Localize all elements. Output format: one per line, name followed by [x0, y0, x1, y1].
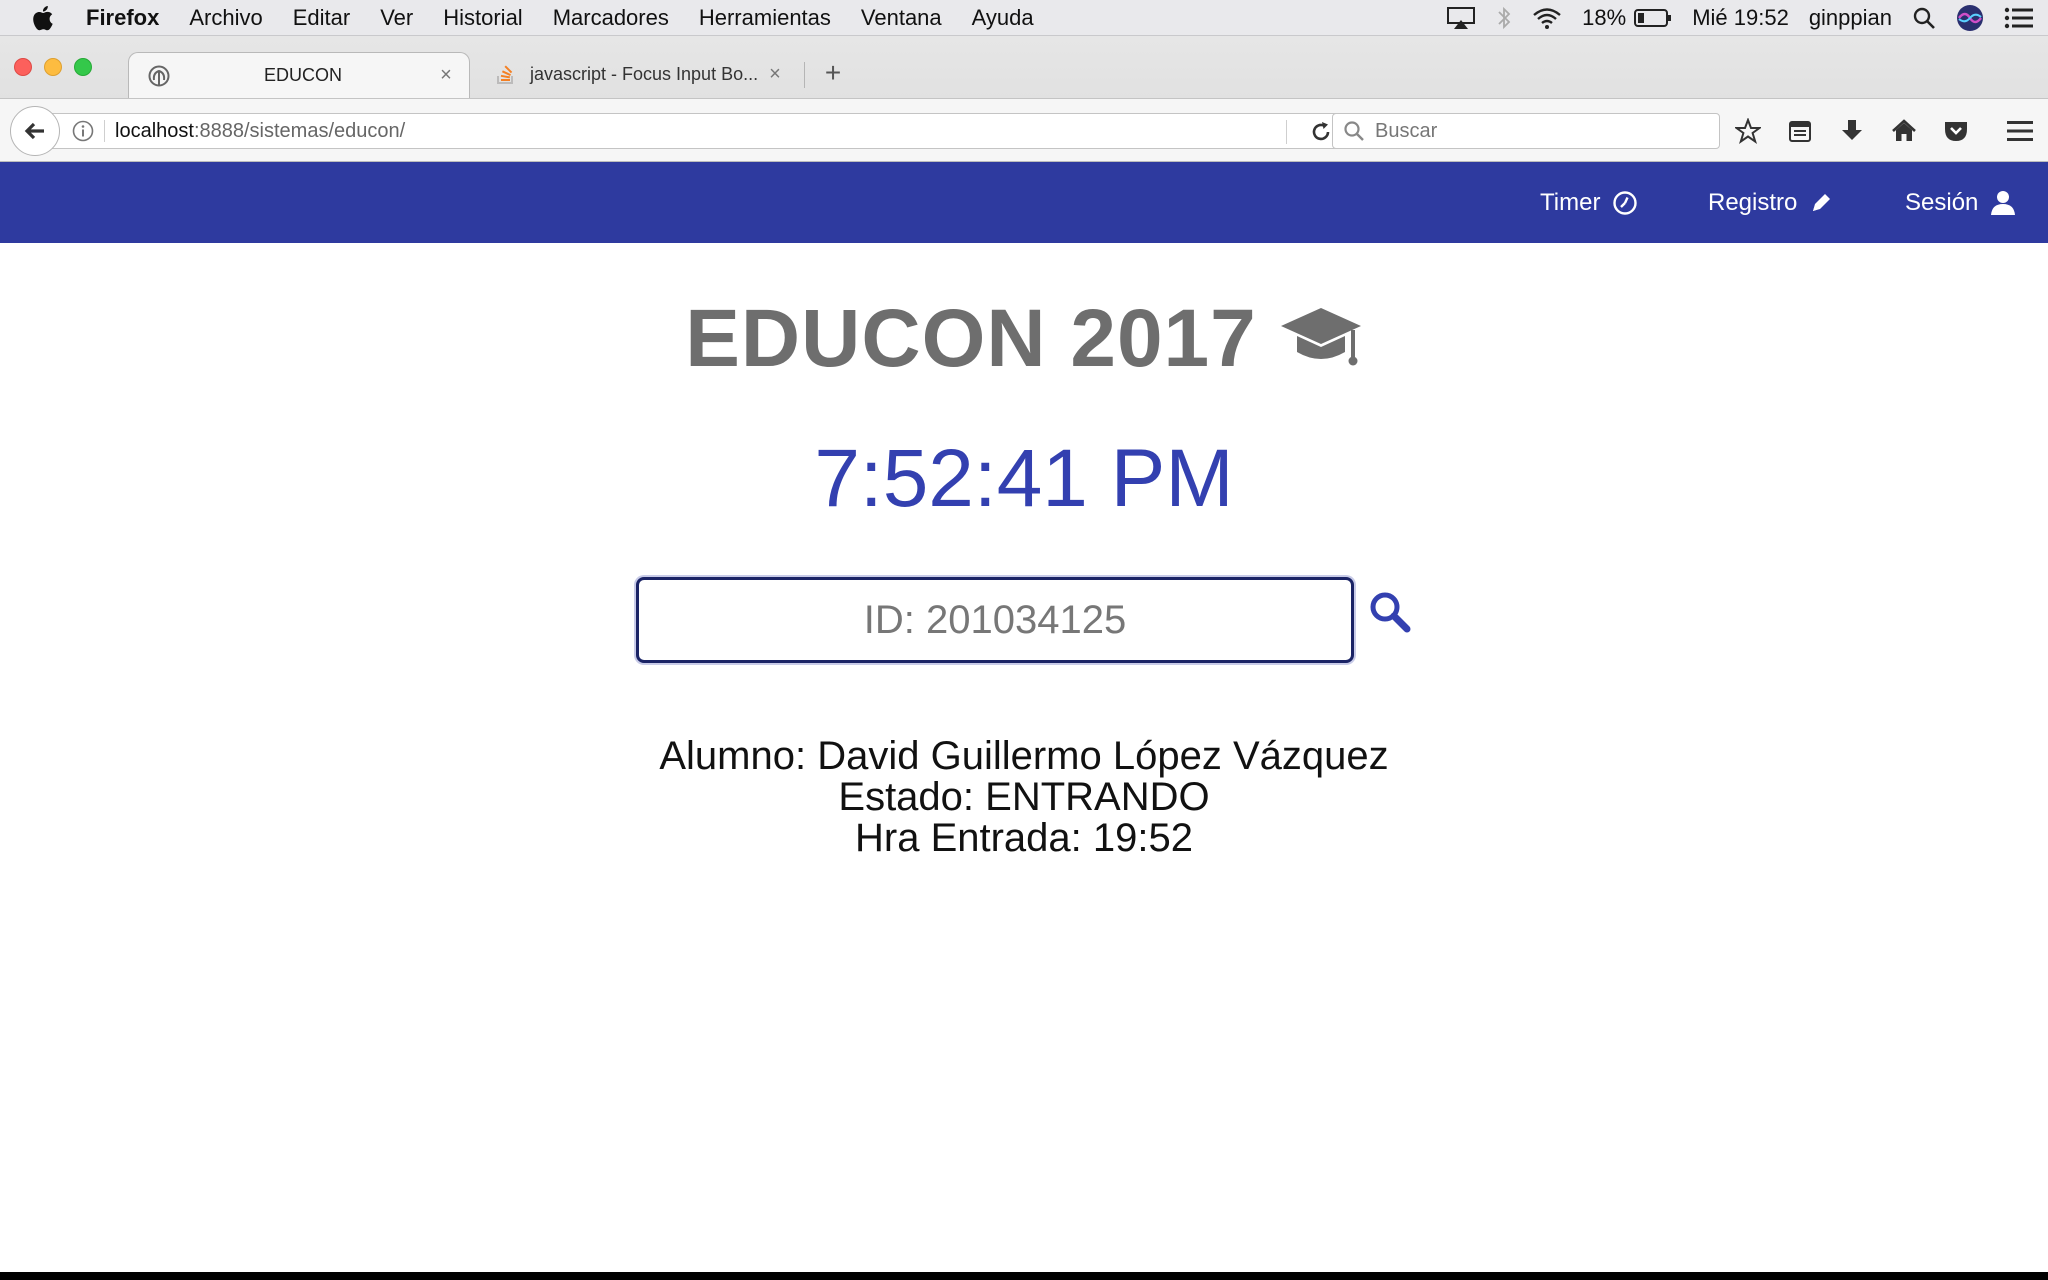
search-placeholder: Buscar	[1375, 119, 1438, 142]
stackoverflow-favicon-icon	[494, 62, 518, 86]
tab-title: EDUCON	[263, 65, 342, 85]
app-navbar: Timer Registro Sesión	[0, 162, 2048, 243]
tab-separator	[804, 62, 805, 88]
search-icon	[1344, 121, 1364, 141]
pocket-icon[interactable]	[1942, 117, 1970, 145]
menu-ayuda[interactable]: Ayuda	[972, 5, 1034, 31]
navigation-toolbar: localhost:8888/sistemas/educon/ Buscar	[0, 98, 2048, 162]
nav-link-registro[interactable]: Registro	[1708, 162, 1833, 243]
browser-chrome: EDUCON × javascript - Focus Input Bo... …	[0, 36, 2048, 162]
student-name: Alumno: David Guillermo López Vázquez	[659, 734, 1389, 778]
nav-link-sesion[interactable]: Sesión	[1905, 162, 2016, 243]
menu-ventana[interactable]: Ventana	[861, 5, 942, 31]
browser-tool-icons	[1734, 117, 1970, 145]
menu-editar[interactable]: Editar	[293, 5, 350, 31]
globe-favicon-icon	[147, 64, 171, 88]
bookmark-star-icon[interactable]	[1734, 117, 1762, 145]
user-icon	[1991, 190, 2016, 215]
student-info: Alumno: David Guillermo López Vázquez Es…	[0, 736, 2048, 859]
search-icon[interactable]	[1368, 590, 1412, 634]
macos-menubar: Firefox Archivo Editar Ver Historial Mar…	[0, 0, 2048, 36]
wifi-icon[interactable]	[1532, 7, 1562, 29]
battery-percent: 18%	[1582, 5, 1627, 30]
url-separator	[104, 120, 105, 142]
info-icon[interactable]	[72, 120, 94, 142]
close-tab-icon[interactable]: ×	[764, 63, 786, 86]
close-tab-icon[interactable]: ×	[435, 64, 457, 87]
window-controls	[14, 58, 92, 76]
home-icon[interactable]	[1890, 117, 1918, 145]
download-icon[interactable]	[1838, 117, 1866, 145]
airplay-icon[interactable]	[1446, 6, 1476, 30]
reload-icon[interactable]	[1309, 120, 1333, 144]
reading-list-icon[interactable]	[1786, 117, 1814, 145]
graduation-cap-icon	[1280, 308, 1361, 366]
menu-herramientas[interactable]: Herramientas	[699, 5, 831, 31]
back-button[interactable]	[10, 106, 60, 156]
nav-link-timer[interactable]: Timer	[1540, 162, 1638, 243]
url-bar[interactable]: localhost:8888/sistemas/educon/	[52, 113, 1356, 149]
tab-stackoverflow[interactable]: javascript - Focus Input Bo... ×	[476, 52, 798, 96]
live-clock: 7:52:41 PM	[814, 433, 1234, 524]
url-path: :8888/sistemas/educon/	[193, 119, 406, 142]
tab-title: javascript - Focus Input Bo...	[530, 63, 759, 84]
new-tab-button[interactable]: +	[820, 58, 846, 88]
screen-bottom-edge	[0, 1272, 2048, 1280]
url-host: localhost	[115, 119, 194, 142]
reload-separator	[1286, 120, 1287, 144]
minimize-window-button[interactable]	[44, 58, 62, 76]
menu-ver[interactable]: Ver	[380, 5, 413, 31]
pencil-icon	[1813, 193, 1831, 211]
back-arrow-icon	[24, 122, 44, 140]
menubar-datetime[interactable]: Mié 19:52	[1692, 5, 1789, 31]
apple-icon[interactable]	[30, 4, 58, 32]
tab-educon[interactable]: EDUCON ×	[128, 52, 470, 98]
menu-historial[interactable]: Historial	[443, 5, 522, 31]
menu-app-name[interactable]: Firefox	[86, 5, 159, 31]
nav-timer-label: Timer	[1540, 188, 1601, 216]
page-title: EDUCON 2017	[685, 293, 1257, 384]
clock-icon	[1613, 190, 1638, 215]
bluetooth-icon[interactable]	[1496, 6, 1512, 30]
menubar-user[interactable]: ginppian	[1809, 5, 1892, 31]
notification-center-icon[interactable]	[2004, 7, 2034, 29]
student-id-input[interactable]	[636, 577, 1354, 663]
entry-time: Hra Entrada: 19:52	[855, 816, 1193, 860]
close-window-button[interactable]	[14, 58, 32, 76]
battery-icon[interactable]	[1634, 8, 1672, 28]
page-title-block: EDUCON 2017	[0, 292, 2048, 386]
nav-sesion-label: Sesión	[1905, 188, 1979, 216]
menu-marcadores[interactable]: Marcadores	[553, 5, 669, 31]
menubar-status-area: 18% Mié 19:52 ginppian	[1446, 0, 2048, 36]
student-status: Estado: ENTRANDO	[838, 775, 1210, 819]
menu-hamburger-icon[interactable]	[2006, 119, 2034, 143]
browser-search-bar[interactable]: Buscar	[1332, 113, 1720, 149]
spotlight-icon[interactable]	[1912, 6, 1936, 30]
web-page: Timer Registro Sesión EDUCON 2017 7:52:4…	[0, 162, 2048, 1272]
menu-archivo[interactable]: Archivo	[189, 5, 262, 31]
siri-icon[interactable]	[1956, 4, 1984, 32]
zoom-window-button[interactable]	[74, 58, 92, 76]
nav-registro-label: Registro	[1708, 188, 1798, 216]
